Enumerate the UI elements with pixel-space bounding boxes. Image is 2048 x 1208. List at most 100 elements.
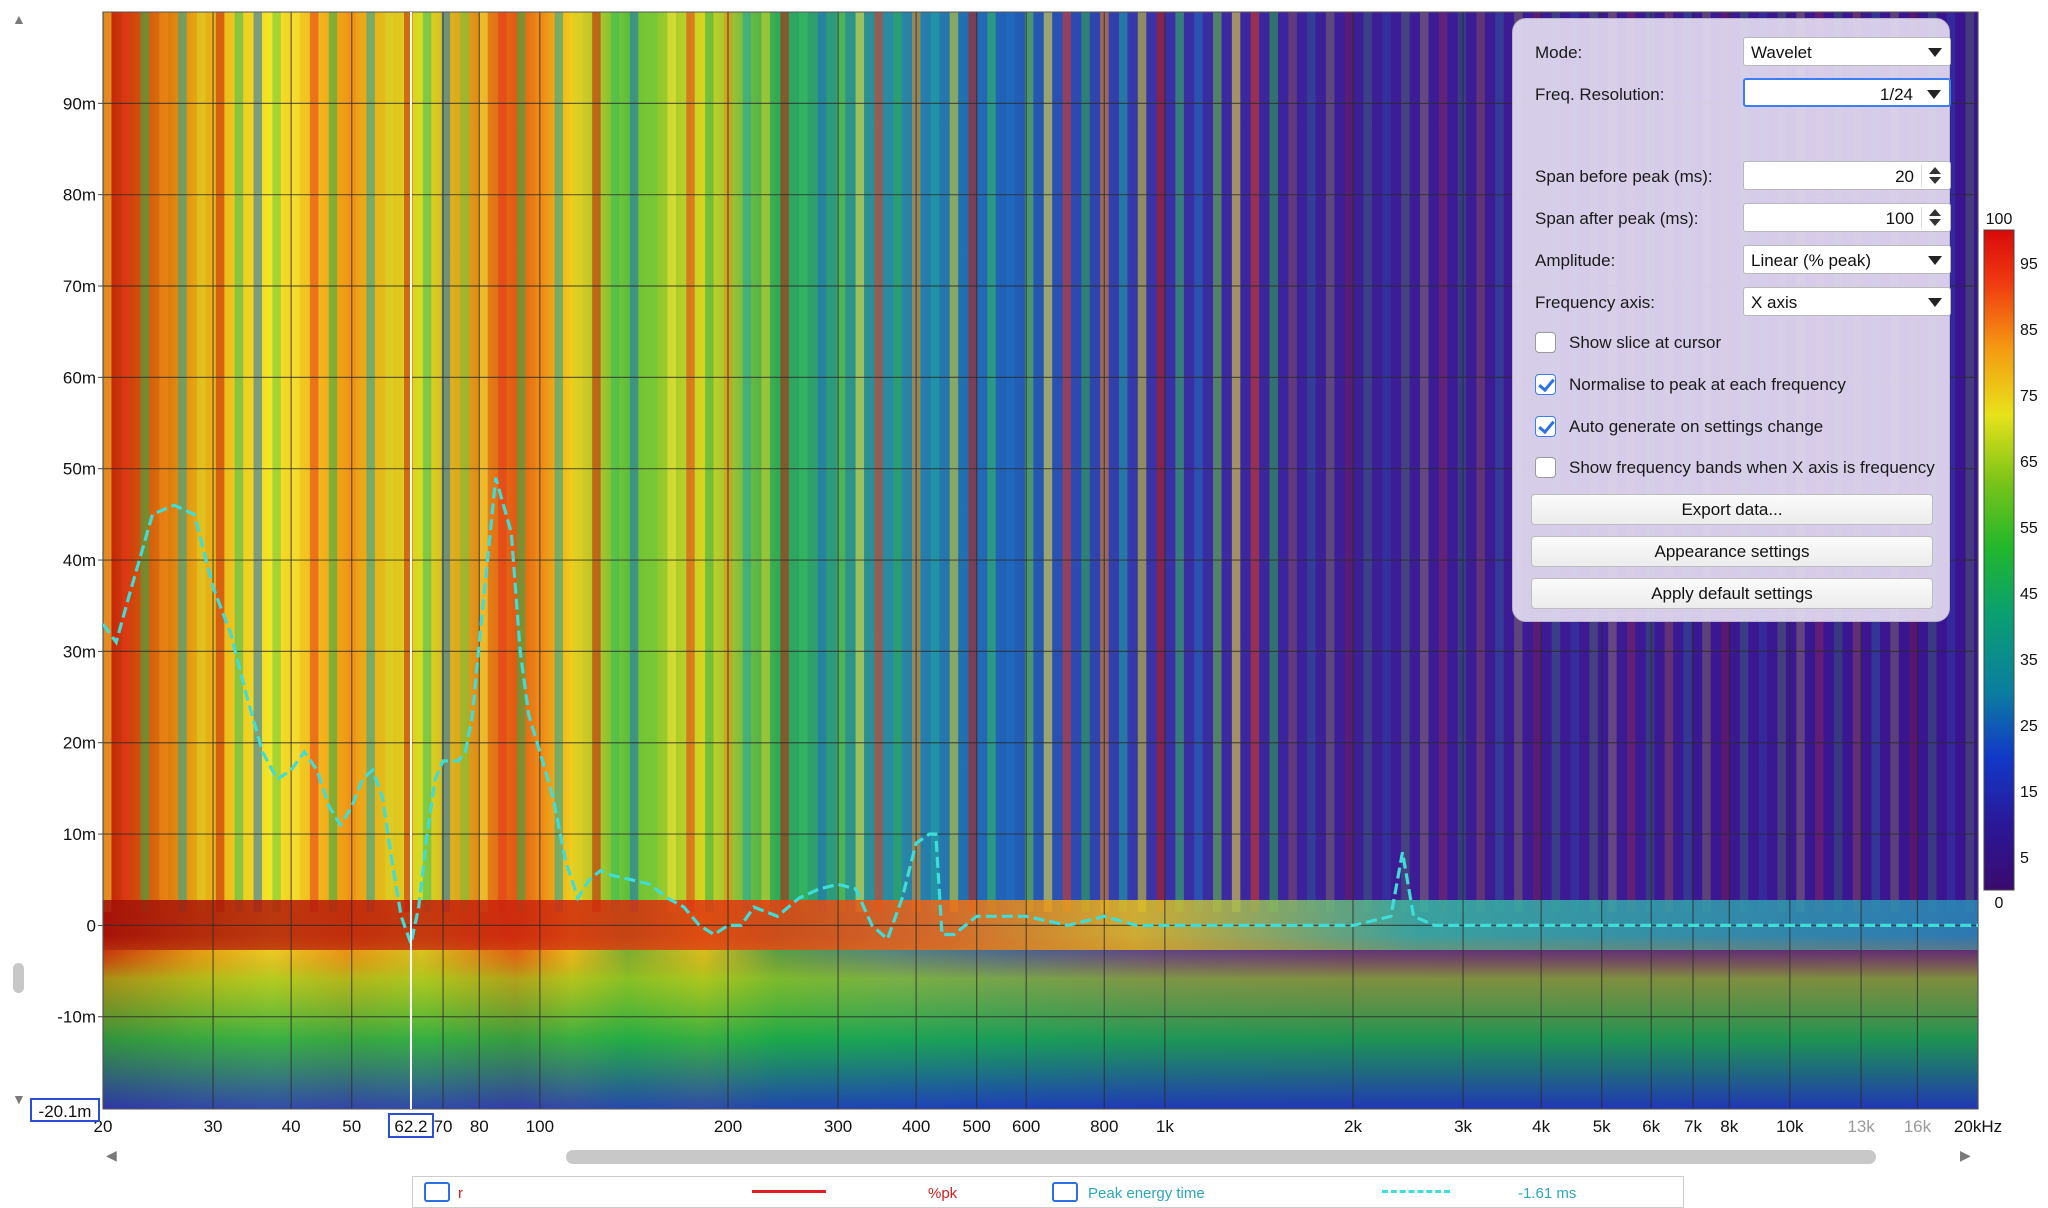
heatmap-streak <box>742 12 752 912</box>
mode-value: Wavelet <box>1751 43 1812 62</box>
heatmap-streak <box>1965 12 1975 912</box>
heatmap-streak <box>1231 12 1241 912</box>
amplitude-label: Amplitude: <box>1535 251 1616 270</box>
stepper-up-icon[interactable] <box>1929 167 1941 174</box>
heatmap-streak <box>893 12 902 912</box>
legend-item-2-value: -1.61 ms <box>1518 1185 1577 1202</box>
heatmap-streak <box>592 12 601 912</box>
appearance-settings-button[interactable]: Appearance settings <box>1531 536 1933 567</box>
x-tick-label: 7k <box>1684 1117 1702 1136</box>
heatmap-streak <box>1137 12 1147 912</box>
heatmap-streak <box>968 12 977 912</box>
heatmap-streak <box>799 12 808 912</box>
x-tick-label: 4k <box>1532 1117 1550 1136</box>
heatmap-streak <box>460 12 469 912</box>
heatmap-streak <box>498 12 507 912</box>
heatmap-streak <box>1081 12 1090 912</box>
frequency-axis-value: X axis <box>1751 293 1798 312</box>
colorbar-label: 95 <box>2020 256 2038 273</box>
frequency-axis-label: Frequency axis: <box>1535 293 1655 312</box>
heatmap-streak <box>705 12 714 912</box>
colorbar-label: 100 <box>1986 211 2013 228</box>
x-tick-label: 3k <box>1454 1117 1472 1136</box>
y-tick-label: -10m <box>57 1008 96 1027</box>
mode-label: Mode: <box>1535 43 1583 62</box>
horizontal-scrollbar-thumb[interactable] <box>566 1150 1876 1164</box>
heatmap-streak <box>1043 12 1053 912</box>
colorbar-label: 15 <box>2020 784 2038 801</box>
heatmap-streak <box>328 12 338 912</box>
mode-select[interactable]: Wavelet <box>1743 37 1951 66</box>
heatmap-streak <box>1288 12 1297 912</box>
span-before-stepper[interactable]: 20 <box>1743 161 1951 190</box>
legend-checkbox-2[interactable] <box>1052 1182 1078 1202</box>
heatmap-streak <box>554 12 564 912</box>
y-tick-label: 10m <box>63 825 96 844</box>
heatmap-streak <box>817 12 827 912</box>
heatmap-streak <box>197 12 206 912</box>
stepper-down-icon[interactable] <box>1929 177 1941 184</box>
colorbar-label: 85 <box>2020 322 2038 339</box>
scroll-right-arrow[interactable]: ▶ <box>1960 1148 1971 1162</box>
x-tick-label: 80 <box>470 1117 489 1136</box>
freq-resolution-select[interactable]: 1/24 <box>1743 78 1951 107</box>
span-after-stepper[interactable]: 100 <box>1743 203 1951 232</box>
heatmap-streak <box>855 12 865 912</box>
checkbox-box[interactable] <box>1535 457 1556 478</box>
show-bands-label: Show frequency bands when X axis is freq… <box>1569 458 1935 477</box>
checkbox-box[interactable] <box>1535 374 1556 395</box>
heatmap-streak <box>1401 12 1410 912</box>
stepper-down-icon[interactable] <box>1929 219 1941 226</box>
x-tick-label: 16k <box>1904 1117 1932 1136</box>
heatmap-streak <box>479 12 488 912</box>
colorbar-label: 75 <box>2020 388 2038 405</box>
colorbar-label: 65 <box>2020 454 2038 471</box>
apply-default-settings-button[interactable]: Apply default settings <box>1531 578 1933 609</box>
scroll-up-arrow[interactable]: ▲ <box>12 12 26 26</box>
x-tick-label: 70 <box>434 1117 453 1136</box>
x-tick-label: 10k <box>1776 1117 1804 1136</box>
y-tick-label: 20m <box>63 734 96 753</box>
export-data-button[interactable]: Export data... <box>1531 494 1933 525</box>
heatmap-streak <box>309 12 319 912</box>
checkbox-box[interactable] <box>1535 416 1556 437</box>
stepper-up-icon[interactable] <box>1929 209 1941 216</box>
x-tick-label: 2k <box>1344 1117 1362 1136</box>
x-tick-label: 40 <box>282 1117 301 1136</box>
heatmap-streak <box>1325 12 1335 912</box>
heatmap-streak <box>1495 12 1504 912</box>
x-tick-label: 1k <box>1156 1117 1174 1136</box>
heatmap-streak <box>253 12 262 912</box>
heatmap-streak <box>573 12 582 912</box>
amplitude-select[interactable]: Linear (% peak) <box>1743 245 1951 274</box>
vertical-scrollbar-thumb[interactable] <box>13 963 24 993</box>
frequency-axis-select[interactable]: X axis <box>1743 287 1951 316</box>
x-tick-label: 5k <box>1593 1117 1611 1136</box>
x-tick-label: 8k <box>1720 1117 1738 1136</box>
x-tick-label: 400 <box>902 1117 930 1136</box>
settings-panel: Mode: Wavelet Freq. Resolution: 1/24 Spa… <box>1512 18 1951 622</box>
span-before-value: 20 <box>1895 167 1914 186</box>
legend-checkbox-1[interactable] <box>424 1182 450 1202</box>
checkmark-icon <box>1538 374 1555 393</box>
heatmap-streak <box>1457 12 1467 912</box>
auto-generate-label: Auto generate on settings change <box>1569 417 1824 436</box>
scroll-left-arrow[interactable]: ◀ <box>106 1148 117 1162</box>
cursor-x-label: 62.2 <box>394 1117 427 1136</box>
scroll-down-arrow[interactable]: ▼ <box>12 1092 26 1106</box>
heatmap-streak <box>1118 12 1128 912</box>
cursor-y-readout: -20.1m <box>30 1098 100 1122</box>
x-tick-label: 30 <box>204 1117 223 1136</box>
y-tick-label: 30m <box>63 642 96 661</box>
chevron-down-icon <box>1928 256 1942 265</box>
heatmap-streak <box>780 12 789 912</box>
heatmap-streak <box>1363 12 1373 912</box>
heatmap-streak <box>1250 12 1260 912</box>
heatmap-streak <box>1438 12 1448 912</box>
span-before-label: Span before peak (ms): <box>1535 167 1713 186</box>
normalise-label: Normalise to peak at each frequency <box>1569 375 1846 394</box>
heatmap-streak <box>1420 12 1429 912</box>
x-tick-label: 200 <box>714 1117 742 1136</box>
checkbox-box[interactable] <box>1535 332 1556 353</box>
y-tick-label: 60m <box>63 368 96 387</box>
